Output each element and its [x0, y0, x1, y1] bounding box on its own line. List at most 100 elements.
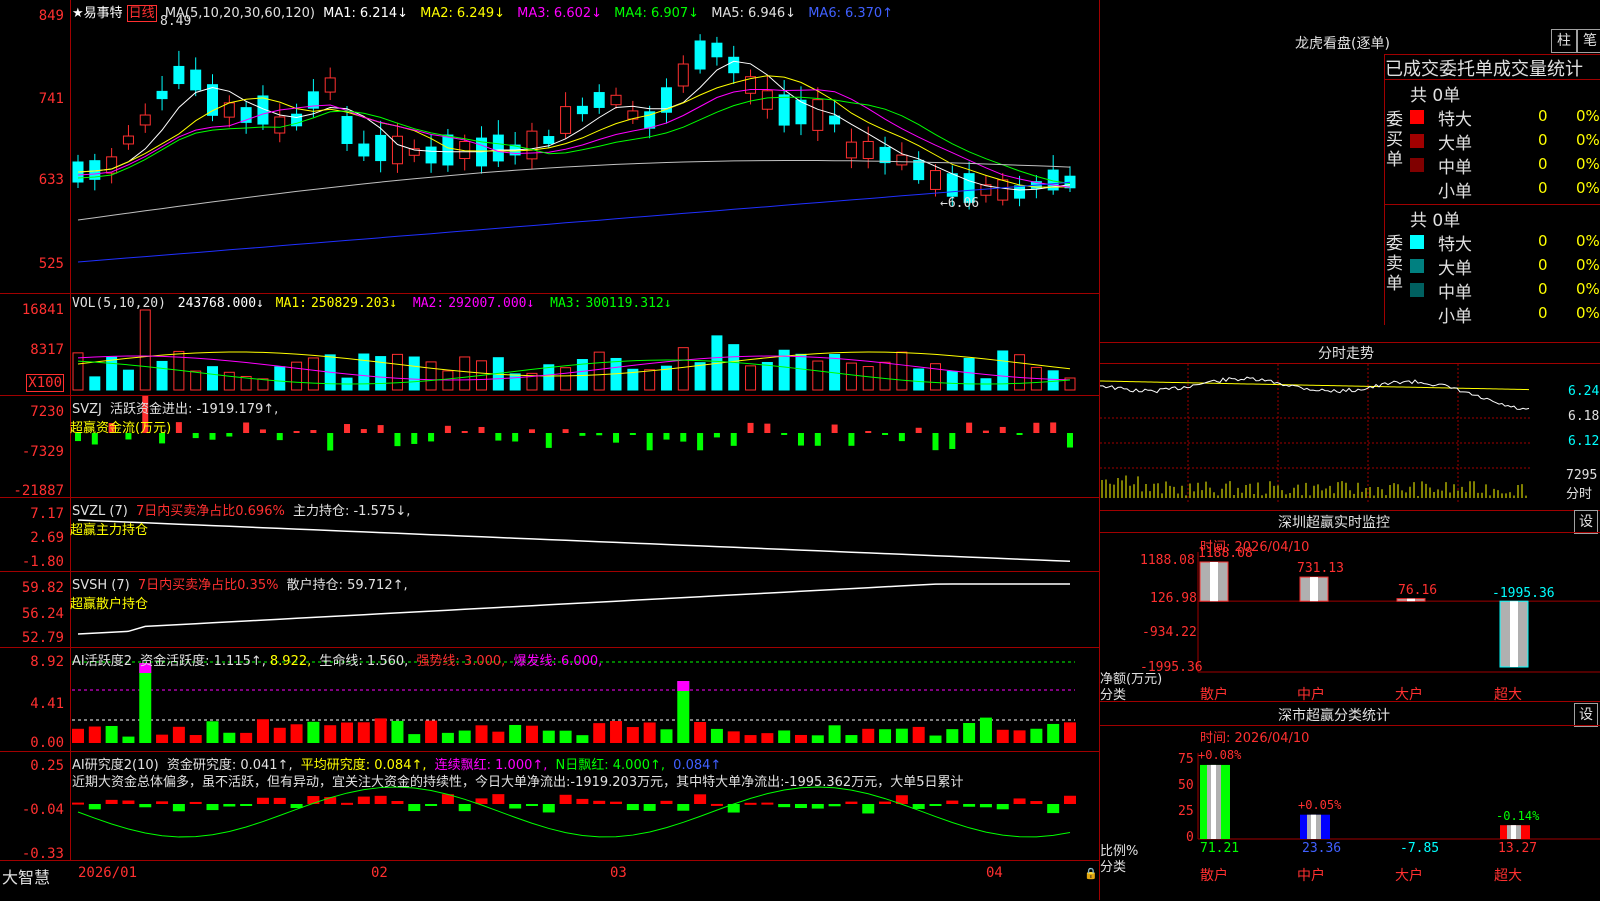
vol-ma3: 300119.312↓	[585, 296, 672, 311]
volume-bar	[156, 360, 168, 391]
research-bar	[660, 800, 673, 804]
volume-bar	[879, 361, 891, 391]
order-pct: 0%	[1576, 232, 1600, 250]
volume-bar	[223, 371, 235, 391]
research-bar	[1030, 801, 1043, 804]
activity-bar	[593, 723, 606, 743]
ai2-t1: 资金活跃度: 1.115↑,	[140, 654, 266, 669]
candle-body	[829, 115, 841, 125]
ma6-value: 6.370↑	[844, 6, 894, 21]
szs-change-label: +0.05%	[1298, 798, 1342, 812]
tab-traded[interactable]: 已成交	[1385, 59, 1439, 79]
activity-bar	[895, 728, 908, 743]
svsh-red: 7日内买卖净占比0.35%	[137, 578, 279, 593]
bar-highlight	[1407, 598, 1415, 602]
svzj-label: SVZJ	[72, 402, 102, 417]
order-count: 0	[1538, 131, 1548, 149]
activity-bar	[542, 730, 555, 743]
activity-bar	[811, 735, 824, 743]
candle-body	[526, 130, 538, 160]
order-count: 0	[1538, 256, 1548, 274]
research-bar	[694, 794, 707, 804]
szm-y-label: -934.22	[1142, 625, 1197, 640]
high-annotation: 8.49	[160, 14, 192, 29]
candle-body	[929, 170, 941, 190]
volume-bar	[139, 309, 151, 391]
flow-bar	[831, 424, 838, 433]
activity-bar	[525, 725, 538, 743]
research-bar	[341, 802, 354, 805]
price-pane[interactable]: 849 741 633 525 ★易事特 日线 MA(5,10,20,30,60,…	[0, 0, 1100, 294]
activity-bar	[710, 728, 723, 743]
svzl-pane[interactable]: 7.17 2.69 -1.80 SVZL (7) 7日内买卖净占比0.696% …	[0, 498, 1100, 572]
volume-bar	[72, 352, 84, 391]
period-label[interactable]: 日线	[126, 5, 157, 22]
volume-bar	[963, 357, 975, 391]
svsh-text: 散户持仓: 59.712↑,	[286, 578, 408, 593]
activity-bar	[122, 736, 135, 743]
volume-bar	[745, 365, 757, 391]
candlestick-chart[interactable]	[0, 0, 1100, 293]
szm-value-label: 1188.08	[1198, 546, 1253, 561]
sz-stats-chart	[1197, 753, 1600, 840]
flow-bar	[596, 433, 603, 436]
activity-bar	[996, 729, 1009, 743]
low-annotation: ←6.06	[940, 196, 980, 211]
svsh-sub: 超赢散户持仓	[70, 597, 149, 612]
candle-body	[1064, 175, 1076, 189]
activity-bar	[240, 732, 253, 743]
volume-bar	[862, 366, 874, 391]
volume-bar	[190, 370, 202, 391]
intraday-panel[interactable]: 分时走势 6.24 6.18 6.12 7295 分时	[1100, 343, 1600, 511]
candle-body	[862, 140, 874, 160]
dragon-tiger-panel: 龙虎看盘(逐单) 柱 笔 已成交委托单成交量统计 委买单 共 0单 特大 0 0% 大…	[1100, 0, 1600, 343]
volume-bar	[845, 362, 857, 391]
research-bar	[879, 801, 892, 804]
activity-bar	[727, 731, 740, 743]
flow-bar	[1050, 422, 1057, 433]
volume-bar	[291, 361, 303, 391]
flow-bar	[327, 433, 334, 451]
svsh-pane[interactable]: 59.82 56.24 52.79 SVSH (7) 7日内买卖净占比0.35%…	[0, 572, 1100, 648]
candle-body	[896, 154, 908, 166]
order-row: 大单 0 0%	[1408, 254, 1600, 279]
x-label: 04	[986, 865, 1003, 881]
svzl-red: 7日内买卖净占比0.696%	[135, 504, 285, 519]
activity-bar	[912, 726, 925, 743]
volume-bar	[391, 353, 403, 391]
lock-icon[interactable]: 🔒	[1084, 867, 1098, 880]
order-size-label: 中单	[1438, 158, 1472, 178]
tab-orders[interactable]: 委托单	[1439, 59, 1493, 79]
order-pct: 0%	[1576, 256, 1600, 274]
candle-body	[946, 173, 958, 197]
research-bar	[105, 799, 118, 804]
dragon-tiger-title: 龙虎看盘(逐单)	[1295, 36, 1390, 52]
research-bar	[122, 800, 135, 804]
svzj-pane[interactable]: 7230 -7329 -21887 SVZJ 活跃资金进出: -1919.179…	[0, 396, 1100, 499]
bar-mode-button[interactable]: 柱	[1551, 29, 1577, 53]
candle-body	[1014, 185, 1026, 199]
activity-bar	[946, 729, 959, 743]
color-swatch	[1410, 134, 1424, 148]
pen-mode-button[interactable]: 笔	[1577, 29, 1600, 53]
candle-body	[492, 134, 504, 162]
volume-pane[interactable]: 16841 8317 X100 VOL(5,10,20) 243768.000↓…	[0, 294, 1100, 396]
tab-volume-stats[interactable]: 成交量统计	[1493, 59, 1583, 79]
x-label: 02	[371, 865, 388, 881]
order-row: 特大 0 0%	[1408, 105, 1600, 130]
bar-highlight	[1210, 562, 1218, 602]
activity-peak	[677, 681, 690, 691]
order-size-label: 特大	[1438, 110, 1472, 130]
ai-activity-pane[interactable]: 8.92 4.41 0.00 AI活跃度2 资金活跃度: 1.115↑, 8.92…	[0, 648, 1100, 752]
color-swatch	[1410, 283, 1424, 297]
activity-bar	[660, 729, 673, 743]
flow-bar	[394, 433, 401, 447]
flow-bar	[293, 431, 300, 433]
intraday-chart[interactable]	[1100, 343, 1600, 511]
ai-research-pane[interactable]: 0.25 -0.04 -0.33 AI研究度2(10) 资金研究度: 0.041…	[0, 752, 1100, 862]
volume-bar	[307, 357, 319, 391]
flow-bar	[613, 433, 620, 443]
research-line	[77, 786, 1071, 838]
szs-category: 中户	[1297, 868, 1325, 884]
szm-y-label: 1188.08	[1140, 553, 1195, 568]
